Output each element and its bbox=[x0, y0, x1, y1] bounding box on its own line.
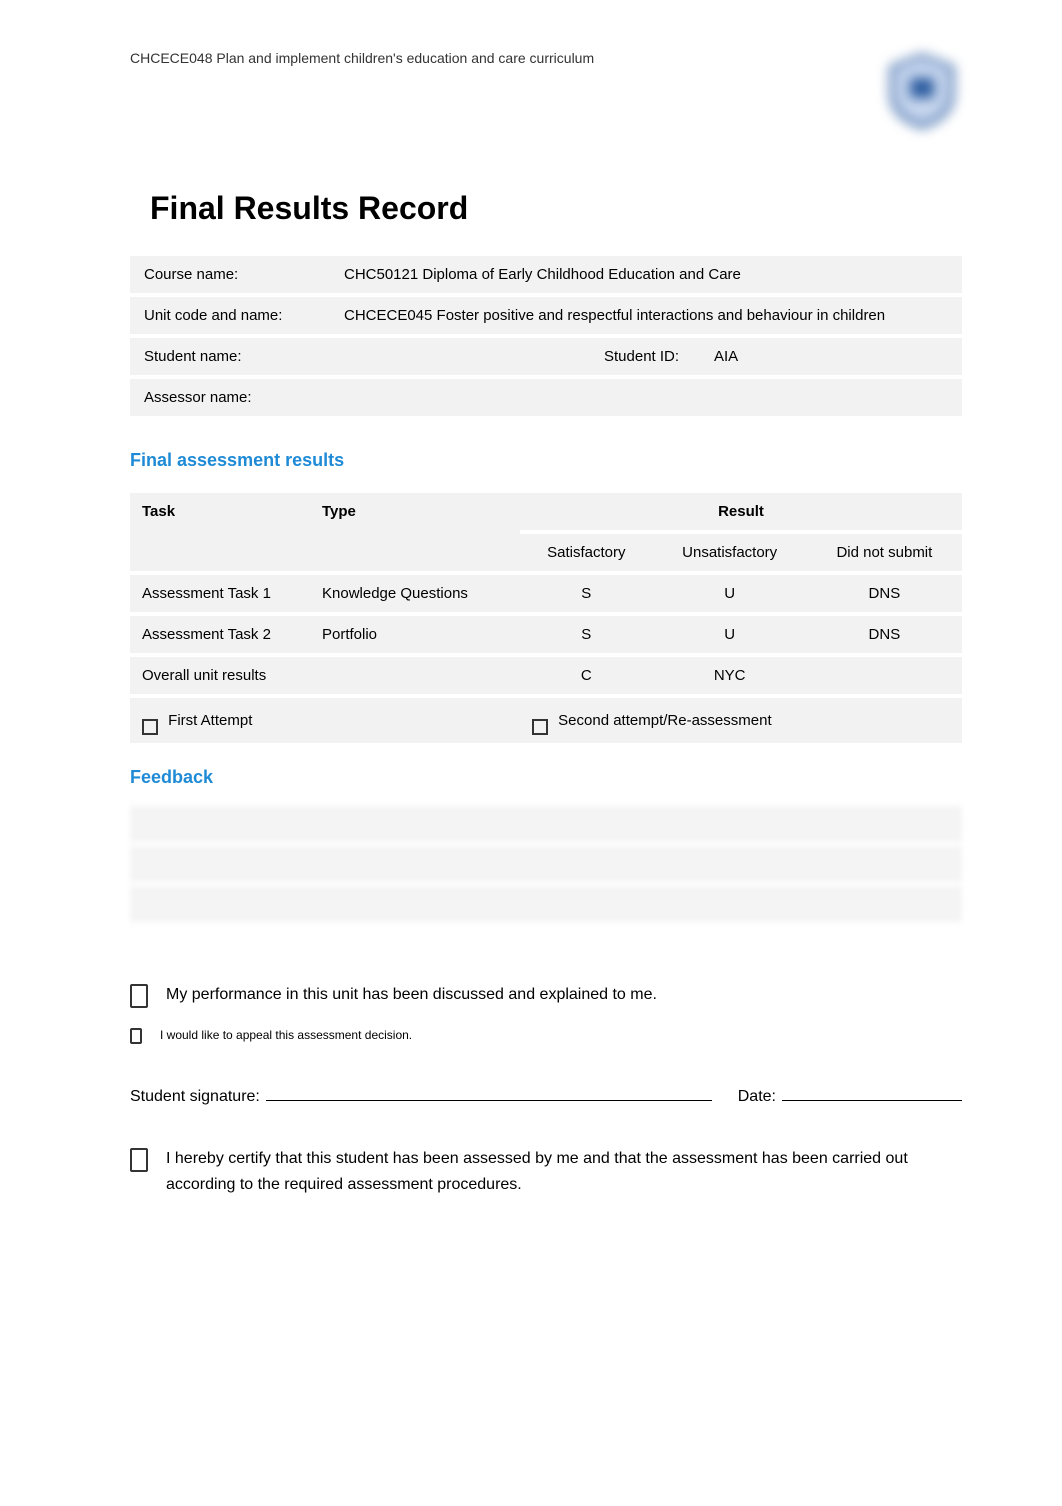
certify-checkbox[interactable] bbox=[130, 1148, 148, 1172]
appeal-declaration: I would like to appeal this assessment d… bbox=[130, 1026, 962, 1045]
appeal-checkbox[interactable] bbox=[130, 1028, 142, 1044]
th-sat: Satisfactory bbox=[520, 534, 653, 571]
th-task: Task bbox=[130, 493, 310, 571]
feedback-area[interactable] bbox=[130, 806, 962, 922]
first-attempt-checkbox[interactable] bbox=[142, 719, 158, 735]
student-signature-row: Student signature: Date: bbox=[130, 1085, 962, 1106]
dns-cell[interactable]: DNS bbox=[807, 575, 962, 612]
dns-cell[interactable]: DNS bbox=[807, 616, 962, 653]
type-cell: Portfolio bbox=[310, 616, 520, 653]
assessor-label: Assessor name: bbox=[130, 379, 330, 416]
table-row: Assessment Task 1 Knowledge Questions S … bbox=[130, 575, 962, 612]
student-name-label: Student name: bbox=[130, 338, 330, 375]
certify-text: I hereby certify that this student has b… bbox=[166, 1146, 962, 1197]
unit-label: Unit code and name: bbox=[130, 297, 330, 334]
attempt-row: First Attempt Second attempt/Re-assessme… bbox=[130, 698, 962, 743]
date-line[interactable] bbox=[782, 1085, 962, 1101]
results-table: Task Type Result Satisfactory Unsatisfac… bbox=[130, 489, 962, 747]
certify-declaration: I hereby certify that this student has b… bbox=[130, 1146, 962, 1197]
page-title: Final Results Record bbox=[150, 190, 962, 227]
second-attempt-label: Second attempt/Re-assessment bbox=[558, 712, 771, 729]
th-dns: Did not submit bbox=[807, 534, 962, 571]
student-name-value[interactable] bbox=[330, 338, 590, 375]
course-value: CHC50121 Diploma of Early Childhood Educ… bbox=[330, 256, 962, 293]
task-cell: Assessment Task 2 bbox=[130, 616, 310, 653]
student-signature-label: Student signature: bbox=[130, 1088, 260, 1106]
task-cell: Assessment Task 1 bbox=[130, 575, 310, 612]
student-id-label: Student ID: bbox=[590, 338, 700, 375]
unsat-cell[interactable]: NYC bbox=[653, 657, 807, 694]
course-label: Course name: bbox=[130, 256, 330, 293]
table-row: Overall unit results C NYC bbox=[130, 657, 962, 694]
performance-checkbox[interactable] bbox=[130, 984, 148, 1008]
unsat-cell[interactable]: U bbox=[653, 616, 807, 653]
info-table: Course name: CHC50121 Diploma of Early C… bbox=[130, 252, 962, 420]
performance-text: My performance in this unit has been dis… bbox=[166, 982, 657, 1008]
performance-declaration: My performance in this unit has been dis… bbox=[130, 982, 962, 1008]
header-unit-ref: CHCECE048 Plan and implement children's … bbox=[130, 50, 594, 66]
results-heading: Final assessment results bbox=[130, 450, 962, 471]
appeal-text: I would like to appeal this assessment d… bbox=[160, 1026, 412, 1045]
unit-value: CHCECE045 Foster positive and respectful… bbox=[330, 297, 962, 334]
date-label: Date: bbox=[738, 1088, 776, 1106]
institution-logo bbox=[882, 50, 962, 130]
student-signature-line[interactable] bbox=[266, 1085, 712, 1101]
task-cell: Overall unit results bbox=[130, 657, 310, 694]
table-row: Assessment Task 2 Portfolio S U DNS bbox=[130, 616, 962, 653]
sat-cell[interactable]: S bbox=[520, 575, 653, 612]
th-result: Result bbox=[520, 493, 962, 530]
first-attempt-label: First Attempt bbox=[168, 712, 252, 729]
feedback-heading: Feedback bbox=[130, 767, 962, 788]
dns-cell[interactable] bbox=[807, 657, 962, 694]
unsat-cell[interactable]: U bbox=[653, 575, 807, 612]
second-attempt-checkbox[interactable] bbox=[532, 719, 548, 735]
type-cell bbox=[310, 657, 520, 694]
th-unsat: Unsatisfactory bbox=[653, 534, 807, 571]
type-cell: Knowledge Questions bbox=[310, 575, 520, 612]
th-type: Type bbox=[310, 493, 520, 571]
student-id-value: AIA bbox=[700, 338, 962, 375]
assessor-value[interactable] bbox=[330, 379, 962, 416]
sat-cell[interactable]: S bbox=[520, 616, 653, 653]
sat-cell[interactable]: C bbox=[520, 657, 653, 694]
